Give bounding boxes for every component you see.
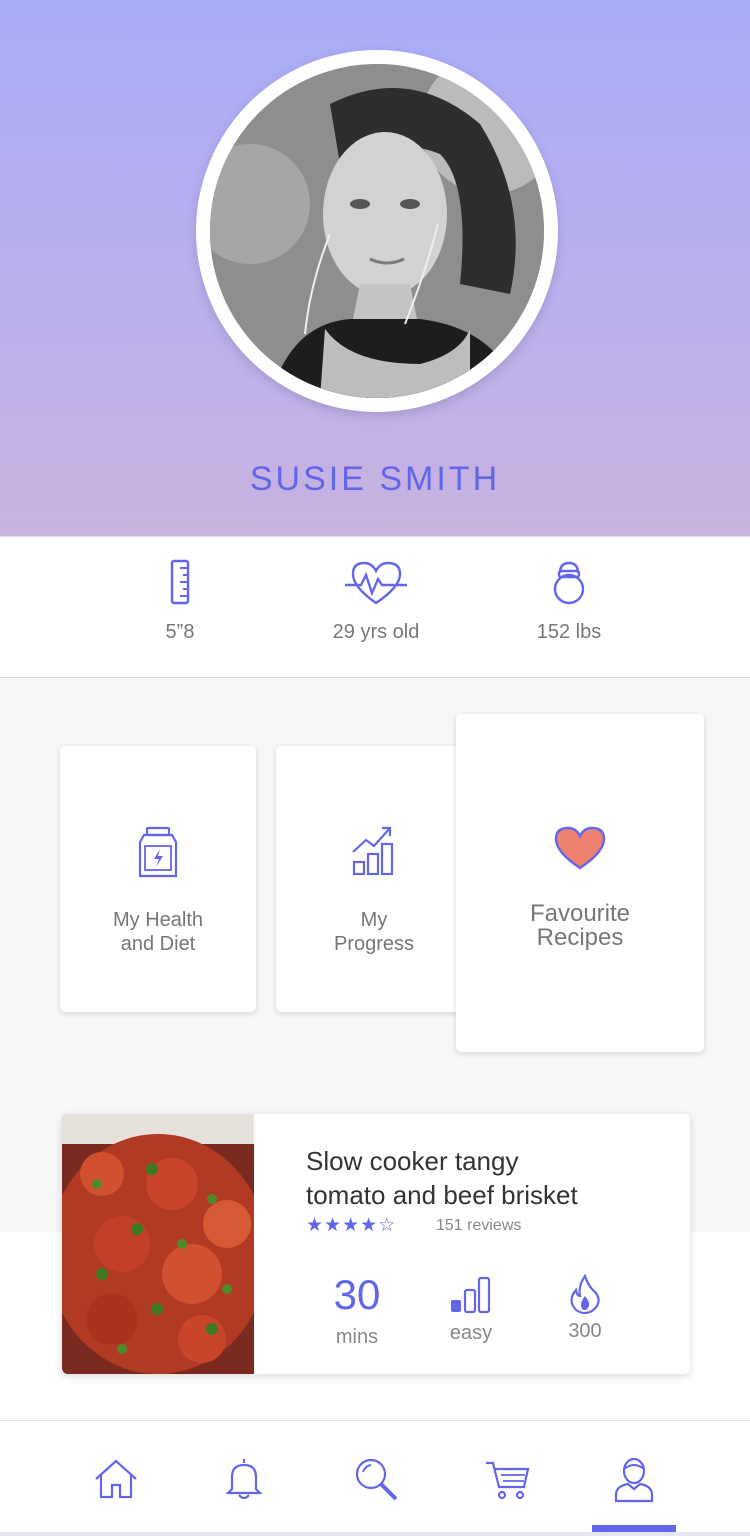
profile-icon xyxy=(614,1457,654,1503)
height-value: 5”8 xyxy=(165,621,195,643)
avatar-frame xyxy=(196,50,558,412)
recipe-title: Slow cooker tangy tomato and beef briske… xyxy=(306,1146,578,1210)
search-icon xyxy=(355,1458,398,1501)
stats-bar: 5”8 29 yrs old 152 lbs xyxy=(0,536,750,678)
heartbeat-icon xyxy=(345,561,407,605)
difficulty-label: easy xyxy=(449,1322,493,1344)
kettlebell-icon xyxy=(553,561,585,605)
bottom-nav xyxy=(0,1420,750,1536)
bell-icon xyxy=(225,1459,263,1500)
difficulty: easy xyxy=(416,1266,526,1345)
rating-stars: ★★★★☆ xyxy=(306,1214,396,1237)
stat-age: 29 yrs old xyxy=(276,559,476,644)
avatar[interactable] xyxy=(210,64,544,398)
difficulty-bars-icon xyxy=(451,1276,491,1314)
nav-notifications[interactable] xyxy=(220,1455,268,1503)
nav-search[interactable] xyxy=(352,1455,400,1503)
recipe-image xyxy=(62,1114,254,1374)
cook-time-unit: mins xyxy=(335,1326,379,1348)
avatar-photo xyxy=(210,64,544,398)
stat-weight: 152 lbs xyxy=(469,559,669,644)
profile-header: SUSIE SMITH xyxy=(0,0,750,536)
cart-icon xyxy=(486,1461,530,1500)
growth-chart-icon xyxy=(352,826,394,876)
star-filled-icon: ★ xyxy=(342,1215,361,1236)
calories: 300 xyxy=(530,1266,640,1343)
bottom-divider xyxy=(0,1532,750,1536)
heart-icon xyxy=(554,826,606,870)
ruler-icon xyxy=(170,559,190,605)
star-filled-icon: ★ xyxy=(324,1215,343,1236)
stat-height: 5”8 xyxy=(80,559,280,644)
weight-value: 152 lbs xyxy=(536,621,602,643)
favourite-recipes-card[interactable]: Favourite Recipes xyxy=(456,714,704,1052)
recipe-card[interactable]: Slow cooker tangy tomato and beef briske… xyxy=(62,1114,690,1374)
home-icon xyxy=(95,1459,137,1499)
star-filled-icon: ★ xyxy=(306,1215,325,1236)
review-count: 151 reviews xyxy=(436,1217,522,1234)
health-diet-card[interactable]: My Health and Diet xyxy=(60,746,256,1012)
age-value: 29 yrs old xyxy=(332,621,420,643)
user-name: SUSIE SMITH xyxy=(249,460,501,498)
flame-icon xyxy=(570,1274,600,1314)
progress-label: My Progress xyxy=(333,909,415,955)
supplement-jar-icon xyxy=(138,826,178,878)
favourite-recipes-label: Favourite Recipes xyxy=(529,900,631,951)
nav-profile[interactable] xyxy=(610,1455,658,1503)
calories-value: 300 xyxy=(568,1320,602,1342)
cook-time-value: 30 xyxy=(333,1271,381,1318)
star-filled-icon: ★ xyxy=(360,1215,379,1236)
cook-time: 30 mins xyxy=(302,1266,412,1349)
progress-card[interactable]: My Progress xyxy=(276,746,472,1012)
nav-cart[interactable] xyxy=(484,1455,532,1503)
nav-home[interactable] xyxy=(92,1455,140,1503)
health-diet-label: My Health and Diet xyxy=(112,909,204,955)
star-empty-icon: ☆ xyxy=(378,1215,397,1236)
